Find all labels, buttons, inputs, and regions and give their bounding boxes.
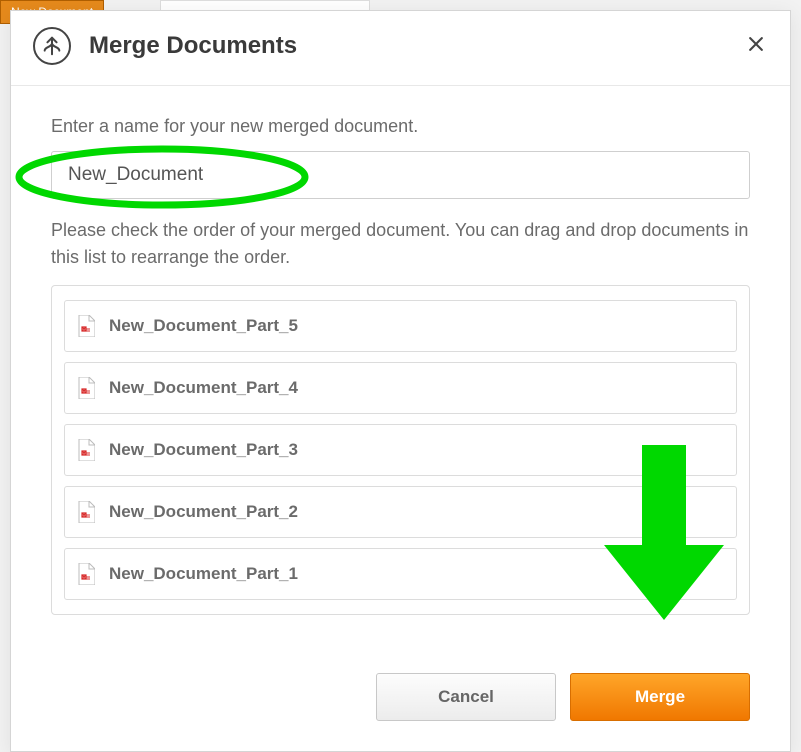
- close-icon: [746, 42, 766, 57]
- pdf-file-icon: [77, 377, 95, 399]
- document-name-label: New_Document_Part_5: [109, 316, 298, 336]
- merge-button[interactable]: Merge: [570, 673, 750, 721]
- document-list-item[interactable]: New_Document_Part_4: [64, 362, 737, 414]
- modal-footer: Cancel Merge: [11, 673, 790, 751]
- document-list-item[interactable]: New_Document_Part_1: [64, 548, 737, 600]
- name-prompt-label: Enter a name for your new merged documen…: [51, 116, 750, 137]
- modal-body: Enter a name for your new merged documen…: [11, 86, 790, 643]
- merge-icon: [33, 27, 71, 65]
- pdf-file-icon: [77, 439, 95, 461]
- document-name-label: New_Document_Part_2: [109, 502, 298, 522]
- document-name-label: New_Document_Part_1: [109, 564, 298, 584]
- merged-document-name-input[interactable]: [51, 151, 750, 199]
- document-list-item[interactable]: New_Document_Part_2: [64, 486, 737, 538]
- pdf-file-icon: [77, 563, 95, 585]
- document-list-item[interactable]: New_Document_Part_5: [64, 300, 737, 352]
- pdf-file-icon: [77, 315, 95, 337]
- document-name-label: New_Document_Part_4: [109, 378, 298, 398]
- modal-header: Merge Documents: [11, 11, 790, 86]
- pdf-file-icon: [77, 501, 95, 523]
- modal-title: Merge Documents: [89, 32, 297, 60]
- cancel-button[interactable]: Cancel: [376, 673, 556, 721]
- document-list-item[interactable]: New_Document_Part_3: [64, 424, 737, 476]
- document-order-list: New_Document_Part_5 New_Document_Part_4 …: [51, 285, 750, 615]
- close-button[interactable]: [744, 33, 768, 57]
- document-name-label: New_Document_Part_3: [109, 440, 298, 460]
- order-prompt-label: Please check the order of your merged do…: [51, 217, 750, 271]
- merge-documents-modal: Merge Documents Enter a name for your ne…: [10, 10, 791, 752]
